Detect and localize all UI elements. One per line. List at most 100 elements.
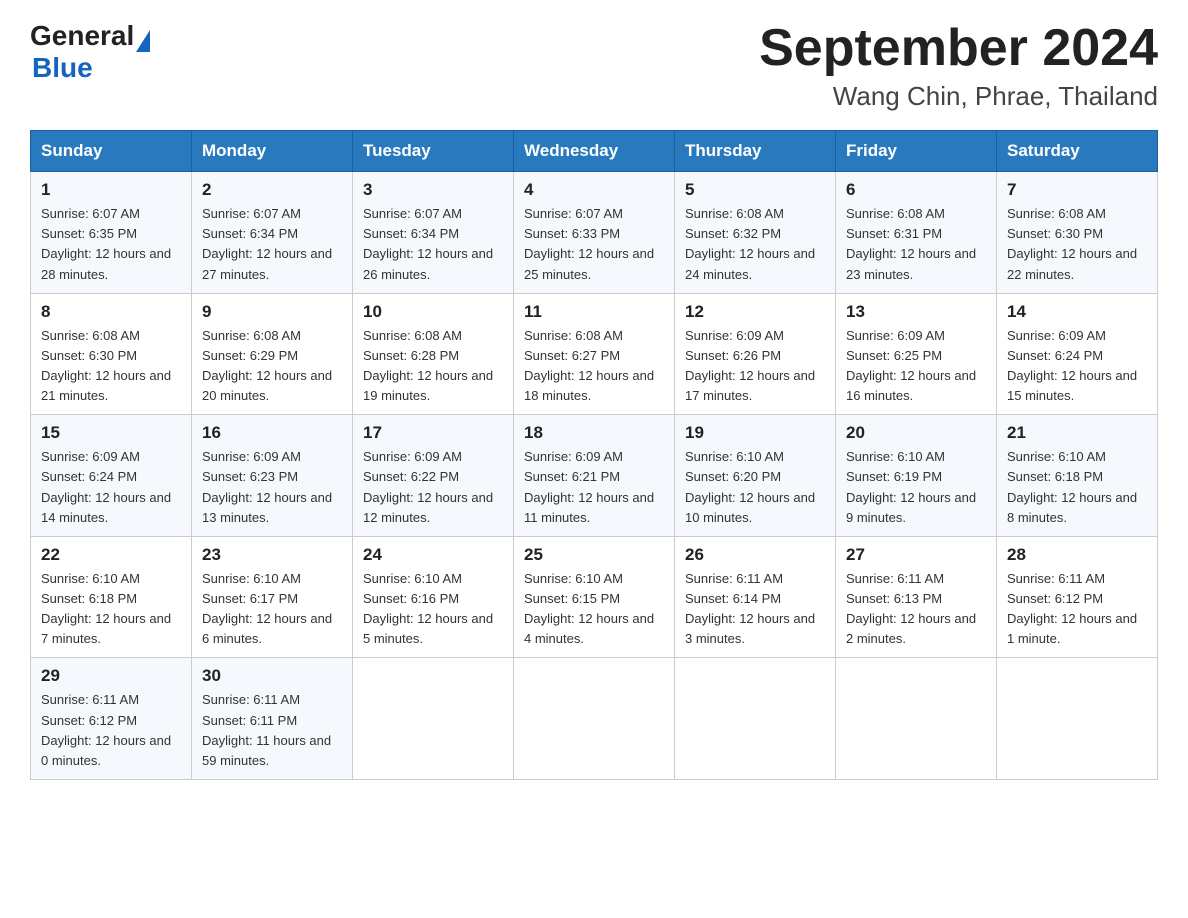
- logo-triangle-icon: [136, 30, 150, 52]
- calendar-week-row: 29 Sunrise: 6:11 AMSunset: 6:12 PMDayligh…: [31, 658, 1158, 780]
- day-info: Sunrise: 6:08 AMSunset: 6:32 PMDaylight:…: [685, 204, 825, 285]
- calendar-title: September 2024: [759, 20, 1158, 77]
- weekday-header-monday: Monday: [192, 131, 353, 172]
- day-number: 20: [846, 423, 986, 443]
- day-info: Sunrise: 6:11 AMSunset: 6:14 PMDaylight:…: [685, 569, 825, 650]
- weekday-header-friday: Friday: [836, 131, 997, 172]
- day-info: Sunrise: 6:09 AMSunset: 6:23 PMDaylight:…: [202, 447, 342, 528]
- calendar-cell: [997, 658, 1158, 780]
- day-number: 6: [846, 180, 986, 200]
- calendar-cell: 21 Sunrise: 6:10 AMSunset: 6:18 PMDayligh…: [997, 415, 1158, 537]
- weekday-header-tuesday: Tuesday: [353, 131, 514, 172]
- calendar-cell: 19Sunrise: 6:10 AMSunset: 6:20 PMDayligh…: [675, 415, 836, 537]
- day-info: Sunrise: 6:08 AMSunset: 6:30 PMDaylight:…: [41, 326, 181, 407]
- calendar-week-row: 22Sunrise: 6:10 AMSunset: 6:18 PMDayligh…: [31, 536, 1158, 658]
- title-area: September 2024 Wang Chin, Phrae, Thailan…: [759, 20, 1158, 112]
- day-number: 16: [202, 423, 342, 443]
- day-number: 29: [41, 666, 181, 686]
- day-number: 23: [202, 545, 342, 565]
- weekday-header-sunday: Sunday: [31, 131, 192, 172]
- day-info: Sunrise: 6:09 AMSunset: 6:24 PMDaylight:…: [41, 447, 181, 528]
- day-info: Sunrise: 6:10 AMSunset: 6:18 PMDaylight:…: [1007, 447, 1147, 528]
- day-number: 4: [524, 180, 664, 200]
- day-info: Sunrise: 6:10 AMSunset: 6:19 PMDaylight:…: [846, 447, 986, 528]
- day-number: 27: [846, 545, 986, 565]
- day-info: Sunrise: 6:10 AMSunset: 6:17 PMDaylight:…: [202, 569, 342, 650]
- day-info: Sunrise: 6:10 AMSunset: 6:15 PMDaylight:…: [524, 569, 664, 650]
- day-number: 18: [524, 423, 664, 443]
- day-info: Sunrise: 6:09 AMSunset: 6:25 PMDaylight:…: [846, 326, 986, 407]
- calendar-week-row: 8 Sunrise: 6:08 AMSunset: 6:30 PMDaylight…: [31, 293, 1158, 415]
- calendar-cell: 3 Sunrise: 6:07 AMSunset: 6:34 PMDaylight…: [353, 172, 514, 294]
- calendar-cell: 16 Sunrise: 6:09 AMSunset: 6:23 PMDayligh…: [192, 415, 353, 537]
- logo: General Blue: [30, 20, 150, 84]
- day-info: Sunrise: 6:08 AMSunset: 6:28 PMDaylight:…: [363, 326, 503, 407]
- day-info: Sunrise: 6:08 AMSunset: 6:31 PMDaylight:…: [846, 204, 986, 285]
- day-number: 21: [1007, 423, 1147, 443]
- calendar-cell: 1 Sunrise: 6:07 AMSunset: 6:35 PMDaylight…: [31, 172, 192, 294]
- calendar-cell: 6 Sunrise: 6:08 AMSunset: 6:31 PMDaylight…: [836, 172, 997, 294]
- day-info: Sunrise: 6:08 AMSunset: 6:29 PMDaylight:…: [202, 326, 342, 407]
- weekday-header-row: SundayMondayTuesdayWednesdayThursdayFrid…: [31, 131, 1158, 172]
- calendar-week-row: 1 Sunrise: 6:07 AMSunset: 6:35 PMDaylight…: [31, 172, 1158, 294]
- day-info: Sunrise: 6:09 AMSunset: 6:21 PMDaylight:…: [524, 447, 664, 528]
- day-info: Sunrise: 6:11 AMSunset: 6:12 PMDaylight:…: [41, 690, 181, 771]
- day-info: Sunrise: 6:07 AMSunset: 6:34 PMDaylight:…: [363, 204, 503, 285]
- calendar-cell: 22Sunrise: 6:10 AMSunset: 6:18 PMDayligh…: [31, 536, 192, 658]
- day-info: Sunrise: 6:07 AMSunset: 6:34 PMDaylight:…: [202, 204, 342, 285]
- calendar-cell: [836, 658, 997, 780]
- calendar-cell: 10 Sunrise: 6:08 AMSunset: 6:28 PMDayligh…: [353, 293, 514, 415]
- calendar-cell: 29 Sunrise: 6:11 AMSunset: 6:12 PMDayligh…: [31, 658, 192, 780]
- day-info: Sunrise: 6:07 AMSunset: 6:33 PMDaylight:…: [524, 204, 664, 285]
- calendar-cell: [514, 658, 675, 780]
- day-number: 10: [363, 302, 503, 322]
- day-info: Sunrise: 6:09 AMSunset: 6:24 PMDaylight:…: [1007, 326, 1147, 407]
- calendar-cell: 27 Sunrise: 6:11 AMSunset: 6:13 PMDayligh…: [836, 536, 997, 658]
- day-info: Sunrise: 6:11 AMSunset: 6:11 PMDaylight:…: [202, 690, 342, 771]
- logo-blue: Blue: [32, 52, 93, 84]
- calendar-cell: 30 Sunrise: 6:11 AMSunset: 6:11 PMDayligh…: [192, 658, 353, 780]
- day-info: Sunrise: 6:08 AMSunset: 6:30 PMDaylight:…: [1007, 204, 1147, 285]
- day-info: Sunrise: 6:11 AMSunset: 6:13 PMDaylight:…: [846, 569, 986, 650]
- calendar-cell: 24Sunrise: 6:10 AMSunset: 6:16 PMDayligh…: [353, 536, 514, 658]
- day-number: 26: [685, 545, 825, 565]
- day-number: 30: [202, 666, 342, 686]
- weekday-header-thursday: Thursday: [675, 131, 836, 172]
- day-number: 9: [202, 302, 342, 322]
- day-number: 25: [524, 545, 664, 565]
- day-number: 7: [1007, 180, 1147, 200]
- day-info: Sunrise: 6:08 AMSunset: 6:27 PMDaylight:…: [524, 326, 664, 407]
- calendar-cell: 28 Sunrise: 6:11 AMSunset: 6:12 PMDayligh…: [997, 536, 1158, 658]
- calendar-cell: 15 Sunrise: 6:09 AMSunset: 6:24 PMDayligh…: [31, 415, 192, 537]
- day-info: Sunrise: 6:11 AMSunset: 6:12 PMDaylight:…: [1007, 569, 1147, 650]
- calendar-cell: 11 Sunrise: 6:08 AMSunset: 6:27 PMDayligh…: [514, 293, 675, 415]
- day-number: 15: [41, 423, 181, 443]
- calendar-cell: 8 Sunrise: 6:08 AMSunset: 6:30 PMDaylight…: [31, 293, 192, 415]
- day-info: Sunrise: 6:09 AMSunset: 6:26 PMDaylight:…: [685, 326, 825, 407]
- weekday-header-wednesday: Wednesday: [514, 131, 675, 172]
- day-number: 1: [41, 180, 181, 200]
- day-number: 2: [202, 180, 342, 200]
- day-number: 3: [363, 180, 503, 200]
- day-number: 12: [685, 302, 825, 322]
- calendar-cell: 5 Sunrise: 6:08 AMSunset: 6:32 PMDaylight…: [675, 172, 836, 294]
- calendar-week-row: 15 Sunrise: 6:09 AMSunset: 6:24 PMDayligh…: [31, 415, 1158, 537]
- day-info: Sunrise: 6:07 AMSunset: 6:35 PMDaylight:…: [41, 204, 181, 285]
- calendar-subtitle: Wang Chin, Phrae, Thailand: [759, 81, 1158, 112]
- day-number: 8: [41, 302, 181, 322]
- day-info: Sunrise: 6:10 AMSunset: 6:16 PMDaylight:…: [363, 569, 503, 650]
- calendar-cell: 4 Sunrise: 6:07 AMSunset: 6:33 PMDaylight…: [514, 172, 675, 294]
- calendar-cell: 25 Sunrise: 6:10 AMSunset: 6:15 PMDayligh…: [514, 536, 675, 658]
- day-number: 28: [1007, 545, 1147, 565]
- calendar-cell: 23 Sunrise: 6:10 AMSunset: 6:17 PMDayligh…: [192, 536, 353, 658]
- day-number: 17: [363, 423, 503, 443]
- calendar-cell: 17Sunrise: 6:09 AMSunset: 6:22 PMDayligh…: [353, 415, 514, 537]
- weekday-header-saturday: Saturday: [997, 131, 1158, 172]
- calendar-cell: 7 Sunrise: 6:08 AMSunset: 6:30 PMDaylight…: [997, 172, 1158, 294]
- calendar-cell: 26 Sunrise: 6:11 AMSunset: 6:14 PMDayligh…: [675, 536, 836, 658]
- day-number: 5: [685, 180, 825, 200]
- calendar-table: SundayMondayTuesdayWednesdayThursdayFrid…: [30, 130, 1158, 780]
- calendar-cell: 9 Sunrise: 6:08 AMSunset: 6:29 PMDaylight…: [192, 293, 353, 415]
- day-info: Sunrise: 6:10 AMSunset: 6:20 PMDaylight:…: [685, 447, 825, 528]
- day-number: 11: [524, 302, 664, 322]
